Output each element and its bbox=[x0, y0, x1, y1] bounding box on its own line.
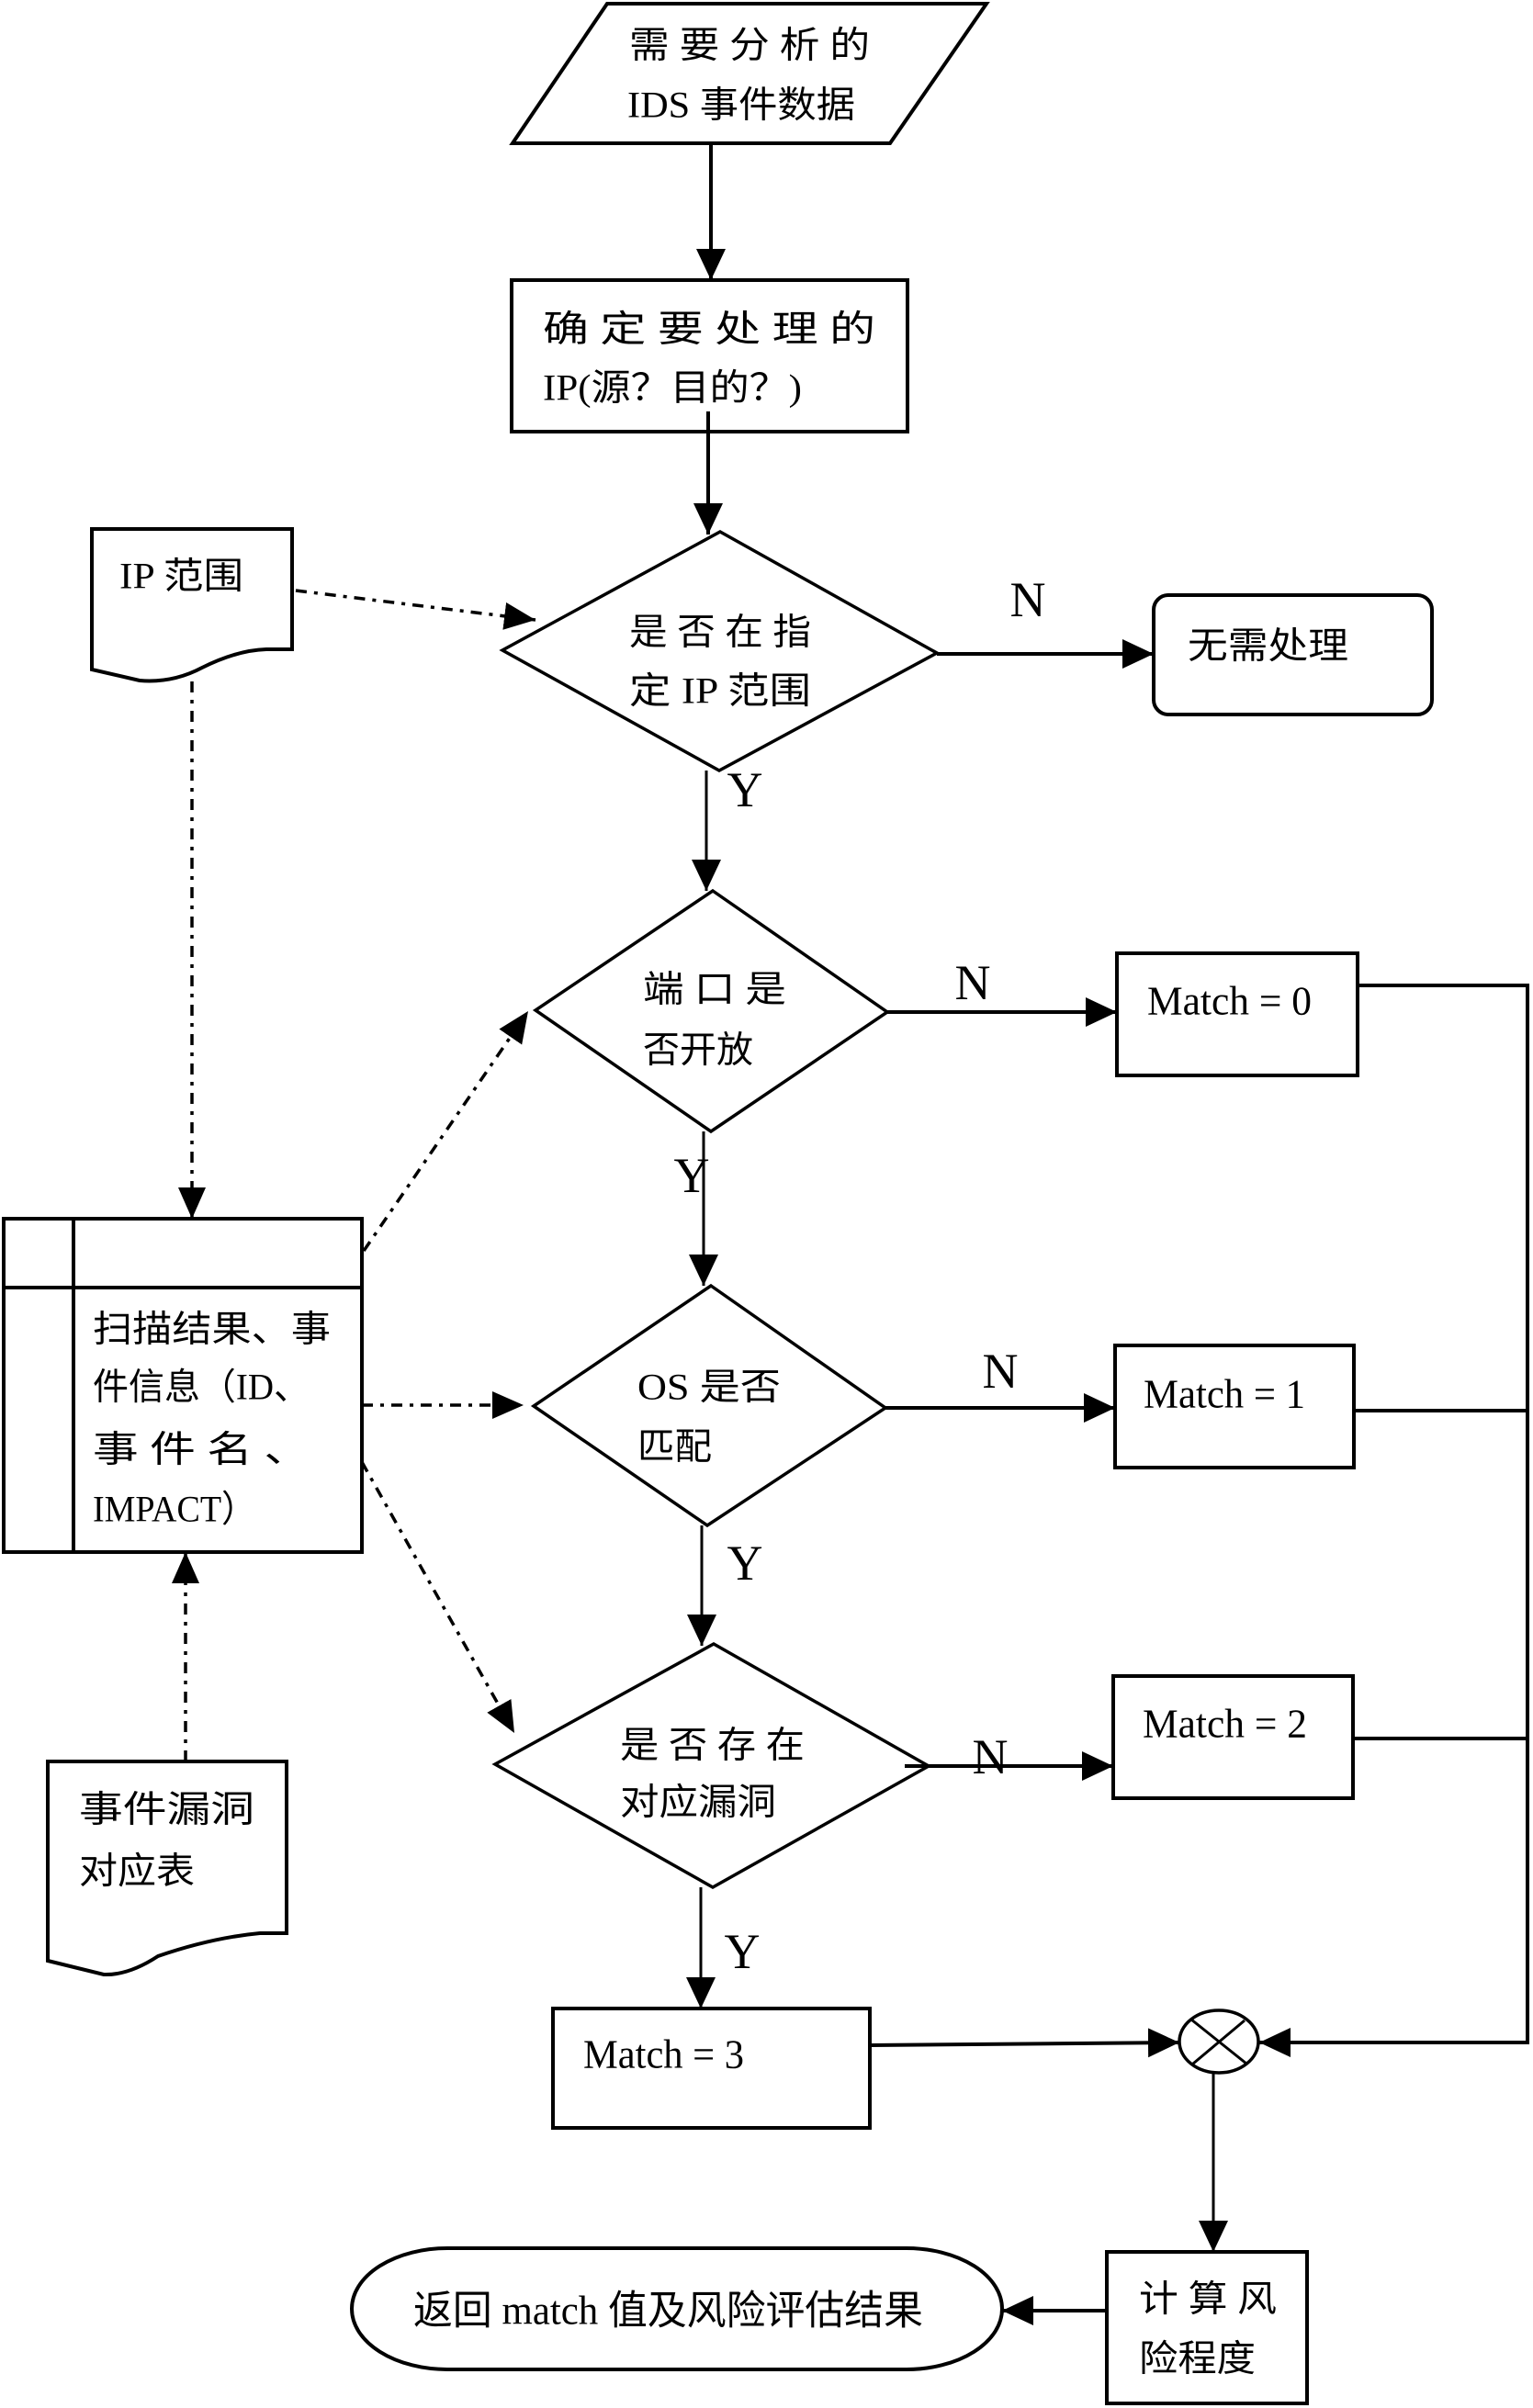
match-0-label: Match = 0 bbox=[1147, 979, 1312, 1024]
scan-results-store-line-1: 扫描结果、事 bbox=[93, 1309, 331, 1350]
compute-risk-line-1: 计 算 风 bbox=[1139, 2279, 1277, 2320]
event-vuln-table-line-2: 对应表 bbox=[79, 1851, 195, 1892]
decision-ip-range-line-2: 定 IP 范围 bbox=[629, 670, 811, 712]
decision-port-open-line-2: 否开放 bbox=[643, 1030, 753, 1071]
edge-label-os-match-no: N bbox=[983, 1344, 1019, 1399]
edge-label-ip-range-yes: Y bbox=[727, 762, 763, 817]
determine-ip-box bbox=[510, 278, 909, 433]
determine-ip-line-2: IP(源？目的？) bbox=[543, 367, 802, 409]
edge-label-port-open-no: N bbox=[955, 955, 991, 1010]
node-summing-junction bbox=[1178, 2009, 1260, 2075]
node-match-1: Match = 1 bbox=[1113, 1344, 1356, 1469]
node-match-3: Match = 3 bbox=[551, 2007, 872, 2130]
match-1-label: Match = 1 bbox=[1144, 1372, 1305, 1417]
node-compute-risk: 计 算 风 险程度 bbox=[1105, 2250, 1309, 2405]
decision-vulnerability-line-1: 是 否 存 在 bbox=[620, 1725, 805, 1766]
decision-ip-range-line-1: 是 否 在 指 bbox=[629, 612, 811, 653]
decision-vulnerability-line-2: 对应漏洞 bbox=[620, 1782, 776, 1823]
node-scan-results-store: 扫描结果、事 件信息（ID、 事 件 名 、 IMPACT） bbox=[2, 1217, 364, 1554]
decision-os-match-line-1: OS 是否 bbox=[637, 1367, 781, 1408]
flowchart: 需 要 分 析 的 IDS 事件数据 确 定 要 处 理 的 IP(源？目的？)… bbox=[0, 0, 1533, 2408]
decision-os-match-line-2: 匹配 bbox=[637, 1426, 712, 1468]
input-data-line-1: 需 要 分 析 的 bbox=[629, 25, 870, 66]
node-match-2: Match = 2 bbox=[1111, 1674, 1355, 1800]
scan-results-store-line-3: 事 件 名 、 bbox=[93, 1429, 310, 1470]
event-vuln-table-line-1: 事件漏洞 bbox=[79, 1789, 254, 1830]
match-3-label: Match = 3 bbox=[583, 2032, 744, 2077]
scan-results-store-line-2: 件信息（ID、 bbox=[93, 1367, 310, 1408]
no-processing-label: 无需处理 bbox=[1188, 625, 1348, 667]
return-result-label: 返回 match 值及风险评估结果 bbox=[413, 2289, 923, 2334]
edge-label-os-match-yes: Y bbox=[727, 1536, 763, 1591]
node-return-result: 返回 match 值及风险评估结果 bbox=[350, 2246, 1004, 2371]
edge-label-ip-range-no: N bbox=[1010, 572, 1046, 627]
compute-risk-box bbox=[1105, 2250, 1309, 2405]
edge-label-vulnerability-no: N bbox=[973, 1729, 1009, 1784]
node-no-processing: 无需处理 bbox=[1152, 593, 1434, 716]
determine-ip-line-1: 确 定 要 处 理 的 bbox=[543, 309, 875, 350]
input-data-line-2: IDS 事件数据 bbox=[627, 84, 855, 126]
scan-results-store-line-4: IMPACT） bbox=[93, 1489, 256, 1530]
compute-risk-line-2: 险程度 bbox=[1139, 2338, 1256, 2380]
node-match-0: Match = 0 bbox=[1115, 951, 1359, 1077]
match-2-label: Match = 2 bbox=[1143, 1702, 1307, 1747]
node-determine-ip: 确 定 要 处 理 的 IP(源？目的？) bbox=[510, 278, 909, 433]
edge-label-port-open-yes: Y bbox=[674, 1148, 710, 1203]
edge-label-vulnerability-yes: Y bbox=[725, 1924, 761, 1979]
ip-range-document-label: IP 范围 bbox=[119, 556, 243, 597]
decision-port-open-line-1: 端 口 是 bbox=[643, 969, 786, 1010]
